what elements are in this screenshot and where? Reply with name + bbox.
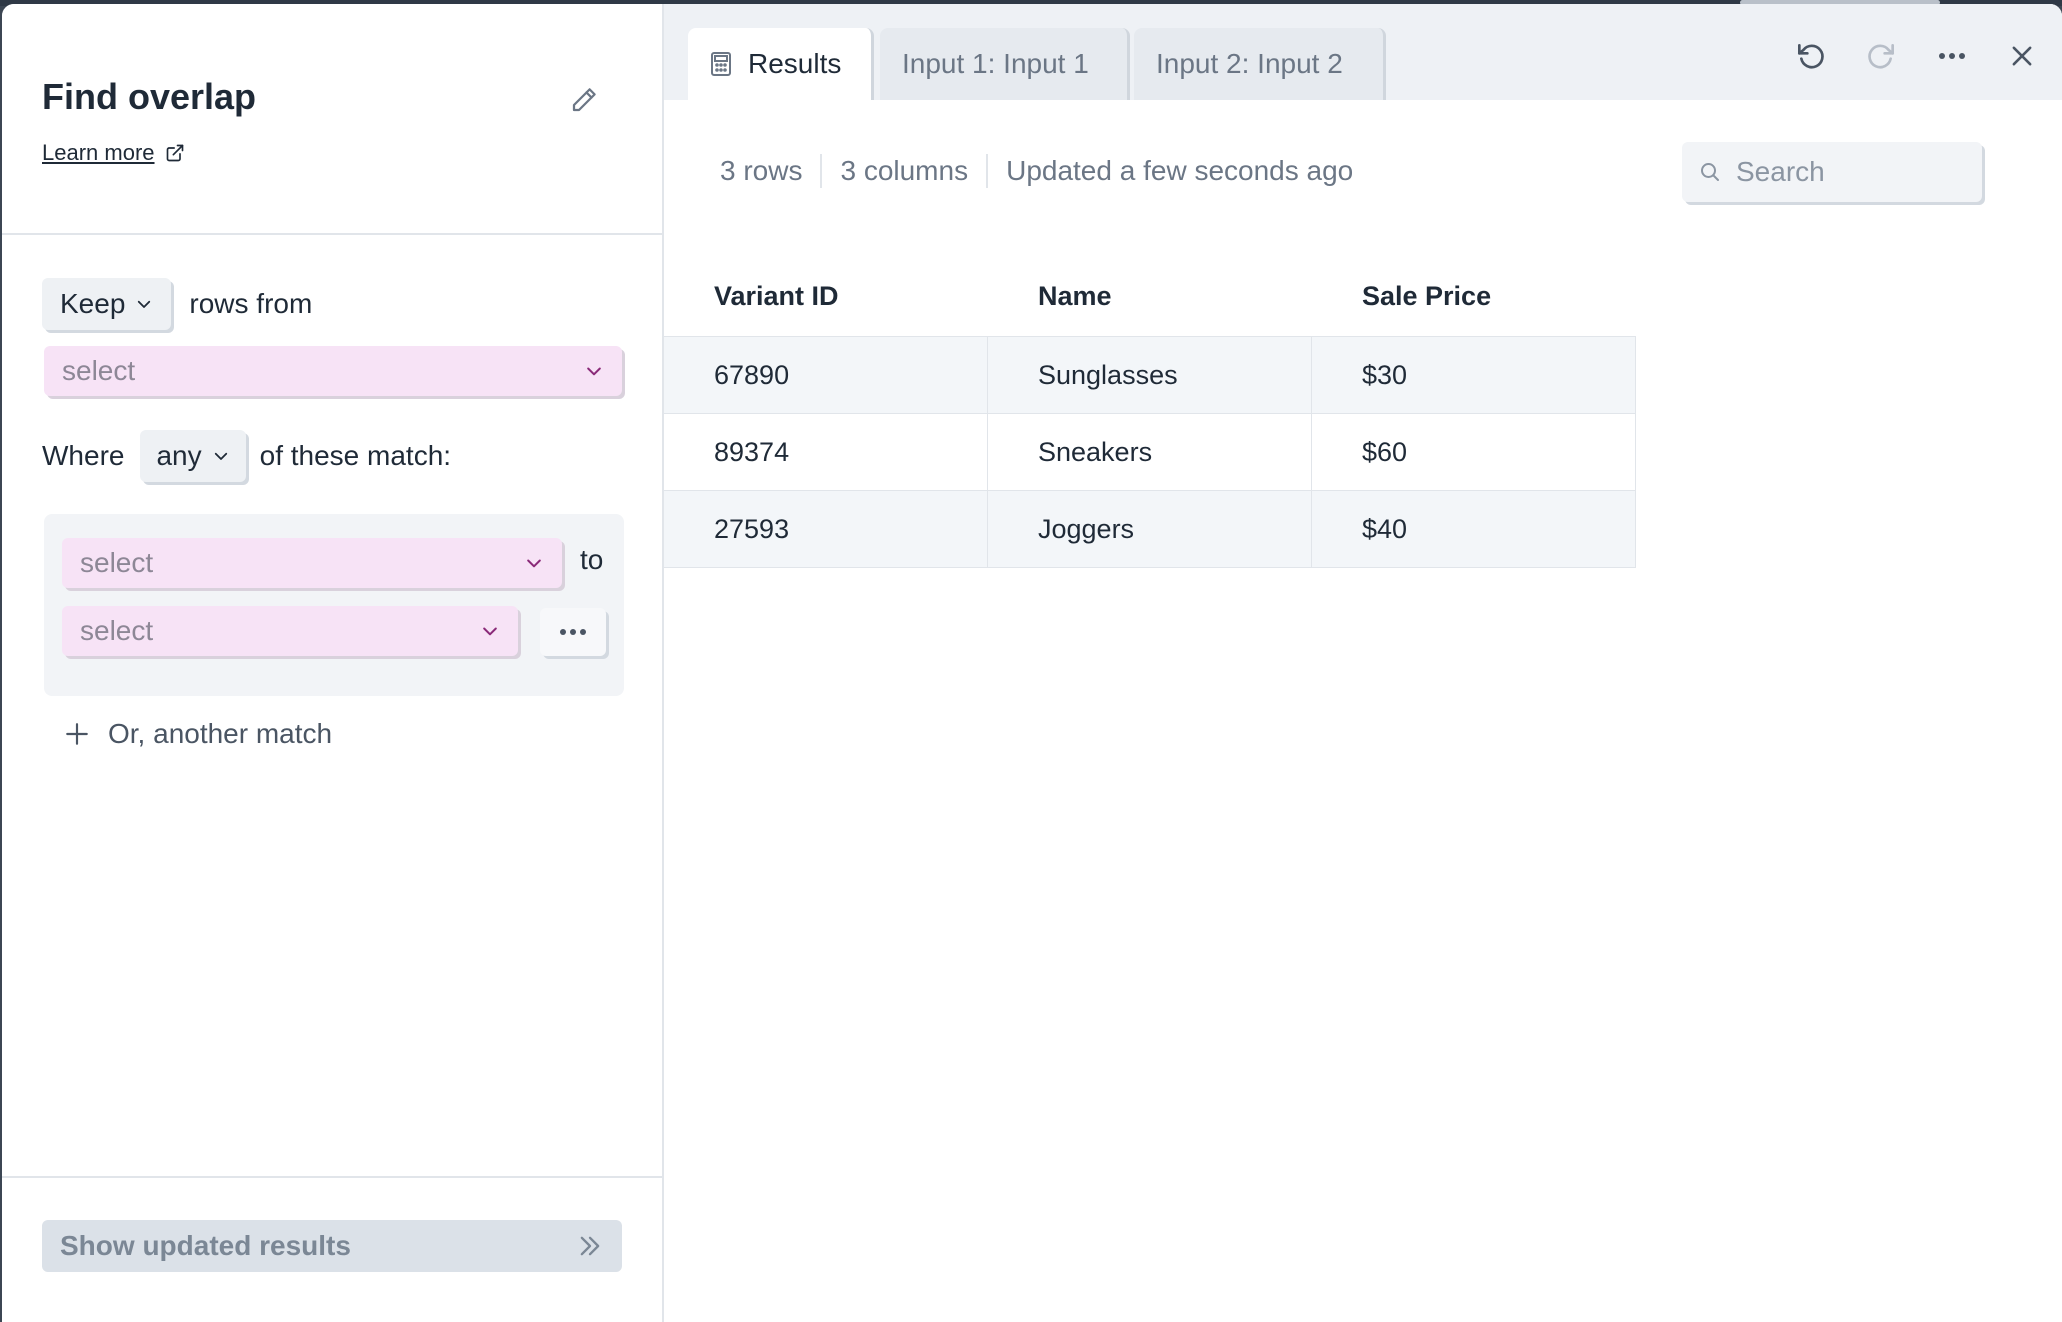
table-cell[interactable]: Sunglasses bbox=[988, 337, 1312, 413]
table-header-row: Variant ID Name Sale Price bbox=[664, 256, 1636, 336]
match-options-button[interactable] bbox=[540, 608, 606, 656]
more-dots-icon bbox=[1939, 53, 1965, 59]
learn-more-label: Learn more bbox=[42, 140, 155, 165]
column-header-name[interactable]: Name bbox=[988, 281, 1312, 312]
tab-bar: Results Input 1: Input 1 Input 2: Input … bbox=[664, 4, 2062, 100]
more-dots-icon bbox=[560, 629, 586, 635]
external-link-icon bbox=[166, 144, 183, 162]
plus-icon bbox=[66, 723, 88, 745]
table-row: 67890 Sunglasses $30 bbox=[664, 336, 1636, 413]
edit-title-button[interactable] bbox=[564, 80, 604, 120]
redo-icon bbox=[1868, 44, 1894, 69]
table-cell[interactable]: 89374 bbox=[664, 414, 988, 490]
table-cell[interactable]: $40 bbox=[1312, 491, 1636, 567]
panel-footer: Show updated results bbox=[2, 1176, 662, 1322]
where-label: Where bbox=[42, 440, 125, 471]
calculator-icon bbox=[711, 52, 731, 76]
search-box bbox=[1682, 142, 1982, 202]
match-column-select-1[interactable]: select bbox=[62, 538, 562, 588]
chevron-down-icon bbox=[483, 627, 497, 636]
where-row: Where any of these match: bbox=[42, 430, 451, 482]
redo-button[interactable] bbox=[1860, 34, 1904, 78]
show-updated-results-button[interactable]: Show updated results bbox=[42, 1220, 622, 1272]
column-header-variant-id[interactable]: Variant ID bbox=[664, 281, 988, 312]
chevron-down-icon bbox=[587, 367, 601, 376]
to-label: to bbox=[580, 544, 604, 575]
match-select-2-placeholder: select bbox=[80, 615, 154, 646]
tab-label: Input 1: Input 1 bbox=[902, 48, 1089, 79]
keep-dropdown[interactable]: Keep bbox=[42, 278, 172, 330]
rows-from-label: rows from bbox=[189, 288, 313, 319]
table-cell[interactable]: 67890 bbox=[664, 337, 988, 413]
undo-icon bbox=[1798, 44, 1824, 69]
row-count: 3 rows bbox=[720, 155, 803, 186]
tab-label: Input 2: Input 2 bbox=[1156, 48, 1343, 79]
modal: Find overlap Learn more Keep rows from s… bbox=[2, 4, 2062, 1322]
results-table: Variant ID Name Sale Price 67890 Sunglas… bbox=[664, 256, 1636, 568]
table-cell[interactable]: $60 bbox=[1312, 414, 1636, 490]
add-match-label: Or, another match bbox=[108, 718, 333, 749]
double-chevron-right-icon bbox=[580, 1236, 600, 1256]
chevron-down-icon bbox=[527, 559, 541, 568]
search-icon bbox=[1701, 163, 1719, 181]
add-another-match-button[interactable]: Or, another match bbox=[64, 718, 332, 750]
column-header-sale-price[interactable]: Sale Price bbox=[1312, 281, 1636, 312]
step-config-panel: Find overlap Learn more Keep rows from s… bbox=[2, 4, 664, 1322]
results-panel: Results Input 1: Input 1 Input 2: Input … bbox=[664, 4, 2062, 1322]
tab-input-1[interactable]: Input 1: Input 1 bbox=[880, 28, 1130, 100]
any-label: any bbox=[156, 440, 202, 471]
more-options-button[interactable] bbox=[1930, 34, 1974, 78]
keep-row: Keep rows from bbox=[42, 278, 312, 330]
table-row: 89374 Sneakers $60 bbox=[664, 413, 1636, 490]
table-cell[interactable]: $30 bbox=[1312, 337, 1636, 413]
source-table-select[interactable]: select bbox=[44, 346, 622, 396]
tab-results[interactable]: Results bbox=[688, 28, 874, 100]
of-these-match-label: of these match: bbox=[259, 440, 452, 471]
source-select-placeholder: select bbox=[62, 355, 136, 386]
chevron-down-icon bbox=[214, 452, 227, 460]
close-icon bbox=[2012, 46, 2032, 66]
table-cell[interactable]: Sneakers bbox=[988, 414, 1312, 490]
chevron-down-icon bbox=[138, 300, 151, 308]
results-meta: 3 rows 3 columns Updated a few seconds a… bbox=[720, 154, 1353, 188]
show-updated-label: Show updated results bbox=[60, 1230, 351, 1261]
match-condition-box: select to select bbox=[44, 514, 624, 696]
any-dropdown[interactable]: any bbox=[140, 430, 246, 482]
search-input[interactable] bbox=[1734, 155, 1958, 189]
column-count: 3 columns bbox=[840, 155, 969, 186]
keep-label: Keep bbox=[60, 288, 126, 319]
step-title: Find overlap bbox=[42, 76, 257, 117]
undo-button[interactable] bbox=[1788, 34, 1832, 78]
learn-more-link[interactable]: Learn more bbox=[42, 140, 185, 166]
match-column-select-2[interactable]: select bbox=[62, 606, 518, 656]
table-row: 27593 Joggers $40 bbox=[664, 490, 1636, 568]
divider bbox=[986, 154, 989, 188]
divider bbox=[820, 154, 823, 188]
tab-label: Results bbox=[748, 48, 842, 79]
panel-header: Find overlap Learn more bbox=[2, 4, 662, 235]
table-cell[interactable]: 27593 bbox=[664, 491, 988, 567]
close-button[interactable] bbox=[2000, 34, 2044, 78]
table-cell[interactable]: Joggers bbox=[988, 491, 1312, 567]
updated-status: Updated a few seconds ago bbox=[1006, 155, 1354, 186]
match-select-1-placeholder: select bbox=[80, 547, 154, 578]
tab-input-2[interactable]: Input 2: Input 2 bbox=[1134, 28, 1386, 100]
pencil-icon bbox=[572, 88, 596, 112]
